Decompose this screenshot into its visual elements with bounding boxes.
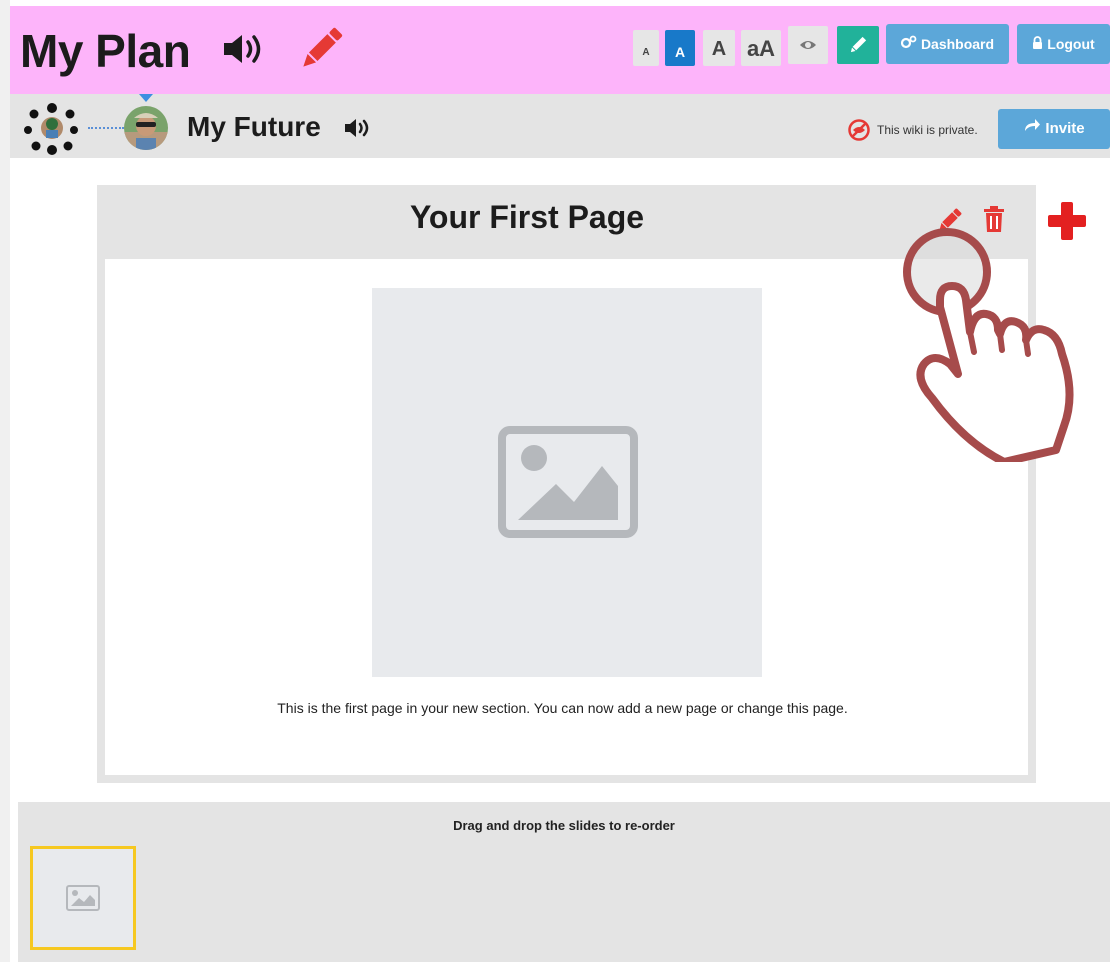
dashboard-button[interactable]: Dashboard [886, 24, 1009, 64]
edit-mode-button[interactable] [837, 26, 879, 64]
slide-thumbnail[interactable] [30, 846, 136, 950]
section-title: My Future [187, 111, 321, 142]
pencil-icon [850, 36, 867, 53]
logout-button[interactable]: Logout [1017, 24, 1110, 64]
slides-instruction: Drag and drop the slides to re-order [453, 818, 675, 833]
page-title: Your First Page [409, 199, 645, 235]
page-card: Your First Page This is the first page i… [97, 185, 1036, 783]
logout-label: Logout [1047, 36, 1095, 52]
font-size-xs-button[interactable]: A [633, 30, 659, 66]
avatar-pointer [139, 94, 153, 102]
privacy-icon [848, 119, 870, 146]
speaker-icon[interactable] [344, 116, 374, 145]
connector-line [88, 127, 124, 129]
speaker-icon[interactable] [222, 32, 268, 71]
image-placeholder[interactable] [372, 288, 762, 677]
slides-tray: Drag and drop the slides to re-order [18, 802, 1110, 962]
privacy-status: This wiki is private. [877, 123, 978, 137]
pencil-icon[interactable] [298, 26, 344, 77]
app-title: My Plan [20, 25, 191, 77]
network-icon[interactable] [22, 100, 82, 161]
eye-icon [800, 41, 816, 49]
page-content: This is the first page in your new secti… [105, 259, 1028, 775]
page-body-text: This is the first page in your new secti… [277, 700, 848, 716]
top-header: My Plan A A A aA Dashboard Logout [10, 6, 1110, 94]
section-bar: My Future This wiki is private. Invite [10, 94, 1110, 158]
lock-icon [1032, 24, 1043, 64]
cogs-icon [900, 24, 917, 64]
view-mode-button[interactable] [788, 26, 828, 64]
invite-label: Invite [1045, 120, 1085, 137]
hand-pointer-icon [900, 212, 1100, 467]
share-icon [1023, 108, 1041, 148]
font-size-m-button[interactable]: A [703, 30, 735, 66]
font-size-s-button[interactable]: A [665, 30, 695, 66]
invite-button[interactable]: Invite [998, 109, 1110, 149]
left-edge [0, 0, 10, 962]
dashboard-label: Dashboard [920, 36, 995, 52]
image-icon [66, 885, 100, 911]
image-icon [498, 426, 638, 538]
avatar[interactable] [124, 106, 168, 150]
font-size-l-button[interactable]: aA [741, 30, 781, 66]
